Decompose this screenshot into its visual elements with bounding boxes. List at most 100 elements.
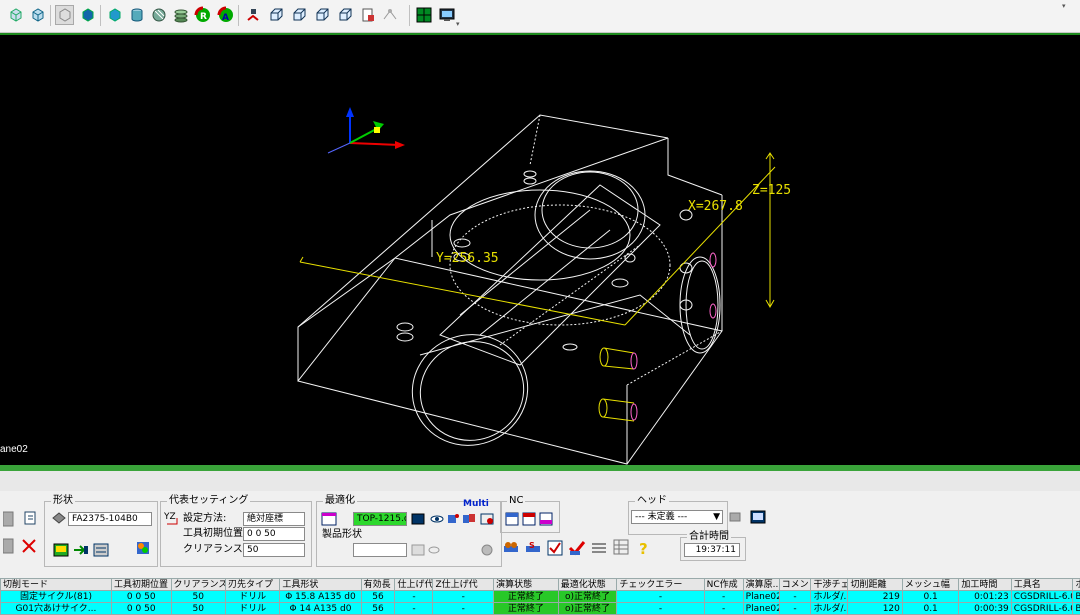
column-header[interactable]: Z仕上げ代: [433, 579, 494, 591]
method-label: 設定方法:: [183, 513, 226, 525]
view-top-icon[interactable]: [289, 5, 308, 25]
view-side-icon[interactable]: [312, 5, 331, 25]
nc-list-icon[interactable]: [520, 510, 538, 528]
optimize-file-field[interactable]: TOP-1215.cy: [353, 512, 407, 526]
plane-label: ane02: [0, 444, 28, 455]
column-header[interactable]: 工具形状: [280, 579, 361, 591]
product-settings-icon[interactable]: [478, 541, 496, 559]
table-cell: Φ 15.8 A135 d0: [280, 591, 361, 603]
sphere-icon[interactable]: [149, 5, 168, 25]
column-header[interactable]: 演算状態: [494, 579, 559, 591]
head-config-icon[interactable]: [726, 508, 744, 526]
shape-display-icon[interactable]: [52, 541, 70, 559]
table-cell: BT: [1073, 603, 1080, 615]
table-view-icon[interactable]: [612, 538, 630, 556]
table-cell: ホルダ/...: [811, 603, 848, 615]
product-eye-icon[interactable]: [425, 541, 443, 559]
simulate-icon[interactable]: [502, 539, 520, 557]
setting-axes-icon[interactable]: YZ: [163, 509, 181, 527]
cube-blue-icon[interactable]: [105, 5, 124, 25]
column-header[interactable]: 干渉チェ...: [811, 579, 848, 591]
table-row[interactable]: 固定サイクル(81) 0 0 50 50 ドリル Φ 15.8 A135 d0 …: [1, 591, 1080, 603]
column-header[interactable]: クリアランス...: [171, 579, 225, 591]
table-cell: Φ 14 A135 d0: [280, 603, 361, 615]
export-icon[interactable]: [22, 509, 40, 527]
svg-text:S: S: [529, 541, 535, 550]
shape-name-field[interactable]: FA2375-104B0: [68, 512, 152, 526]
view-front-icon[interactable]: [266, 5, 285, 25]
column-header[interactable]: 加工時間: [959, 579, 1011, 591]
column-header[interactable]: 演算原...: [743, 579, 779, 591]
optimize-window-icon[interactable]: [320, 510, 338, 528]
column-header[interactable]: チェックエラー: [617, 579, 704, 591]
head-monitor-icon[interactable]: [749, 508, 767, 526]
approve-icon[interactable]: [568, 539, 586, 557]
head-select[interactable]: --- 未定義 --- ▼: [631, 510, 723, 524]
column-header[interactable]: 工具名: [1011, 579, 1073, 591]
interference-icon[interactable]: S: [524, 539, 542, 557]
column-header[interactable]: メッシュ幅: [902, 579, 959, 591]
column-header[interactable]: 切削距離: [848, 579, 902, 591]
rotate-r-icon[interactable]: R: [193, 5, 212, 25]
chevron-down-icon[interactable]: ▼: [713, 511, 720, 523]
shape-group-title: 形状: [51, 495, 75, 507]
toolbar-overflow-icon[interactable]: ▾: [456, 20, 460, 28]
cad-viewport[interactable]: X=267.8 Y=256.35 Z=125: [0, 33, 1080, 465]
column-header[interactable]: 刃先タイプ: [225, 579, 279, 591]
column-header[interactable]: コメント: [779, 579, 811, 591]
rotate-a-icon[interactable]: A: [216, 5, 235, 25]
optimize-run-icon[interactable]: [478, 510, 496, 528]
init-position-field[interactable]: 0 0 50: [243, 527, 305, 541]
shape-arrow-icon[interactable]: [72, 541, 90, 559]
column-header[interactable]: 最適化状態: [558, 579, 617, 591]
table-cell: G01穴あけサイク...: [1, 603, 112, 615]
shape-color-icon[interactable]: [134, 539, 152, 557]
nc-create-icon[interactable]: [503, 510, 521, 528]
panel-collapse-icon[interactable]: [0, 537, 18, 555]
column-header[interactable]: 切削モード: [1, 579, 112, 591]
column-header[interactable]: 工具初期位置: [111, 579, 171, 591]
layers-icon[interactable]: [171, 5, 190, 25]
table-cell: -: [395, 603, 433, 615]
delete-icon[interactable]: [20, 537, 38, 555]
document-icon[interactable]: [358, 5, 377, 25]
svg-text:YZ: YZ: [163, 512, 176, 522]
dimension-icon[interactable]: [381, 5, 400, 25]
cube-shaded-icon[interactable]: [55, 5, 74, 25]
view-iso-icon[interactable]: [335, 5, 354, 25]
total-time-field: 19:37:11: [684, 543, 740, 557]
shape-report-icon[interactable]: [92, 541, 110, 559]
table-cell: ドリル: [225, 591, 279, 603]
table-cell: CGSDRILL-6.0: [1011, 591, 1073, 603]
cube-solid-icon[interactable]: [78, 5, 97, 25]
shape-select-icon[interactable]: [50, 509, 68, 527]
panel-toggle-icon[interactable]: [0, 510, 18, 528]
table-row[interactable]: G01穴あけサイク... 0 0 50 50 ドリル Φ 14 A135 d0 …: [1, 603, 1080, 615]
model-move-icon[interactable]: [243, 5, 262, 25]
table-cell: ホルダ/...: [811, 591, 848, 603]
dimension-z-label: Z=125: [752, 183, 791, 198]
help-icon[interactable]: ?: [635, 539, 653, 557]
column-header[interactable]: 有効長: [361, 579, 395, 591]
list-report-icon[interactable]: [590, 539, 608, 557]
dimension-y-label: Y=256.35: [436, 251, 499, 266]
optimize-view-icon[interactable]: [409, 510, 427, 528]
method-field[interactable]: 絶対座標: [243, 512, 305, 526]
cube-view-icon[interactable]: [6, 5, 25, 25]
cube-wire-icon[interactable]: [28, 5, 47, 25]
column-header[interactable]: 仕上げ代: [395, 579, 433, 591]
column-header[interactable]: ホ: [1073, 579, 1080, 591]
clearance-field[interactable]: 50: [243, 543, 305, 557]
toolbar-menu-icon[interactable]: ▾: [1062, 2, 1066, 10]
check-icon[interactable]: [546, 539, 564, 557]
optimize-multi-icon[interactable]: [460, 510, 478, 528]
nc-output-icon[interactable]: [537, 510, 555, 528]
table-cell: -: [704, 603, 743, 615]
monitor-icon[interactable]: [437, 5, 456, 25]
column-header[interactable]: NC作成: [704, 579, 743, 591]
cylinder-icon[interactable]: [127, 5, 146, 25]
grid-icon[interactable]: [414, 5, 433, 25]
rep-setting-title: 代表セッティング: [167, 495, 250, 507]
table-cell: -: [433, 591, 494, 603]
product-shape-field[interactable]: [353, 543, 407, 557]
